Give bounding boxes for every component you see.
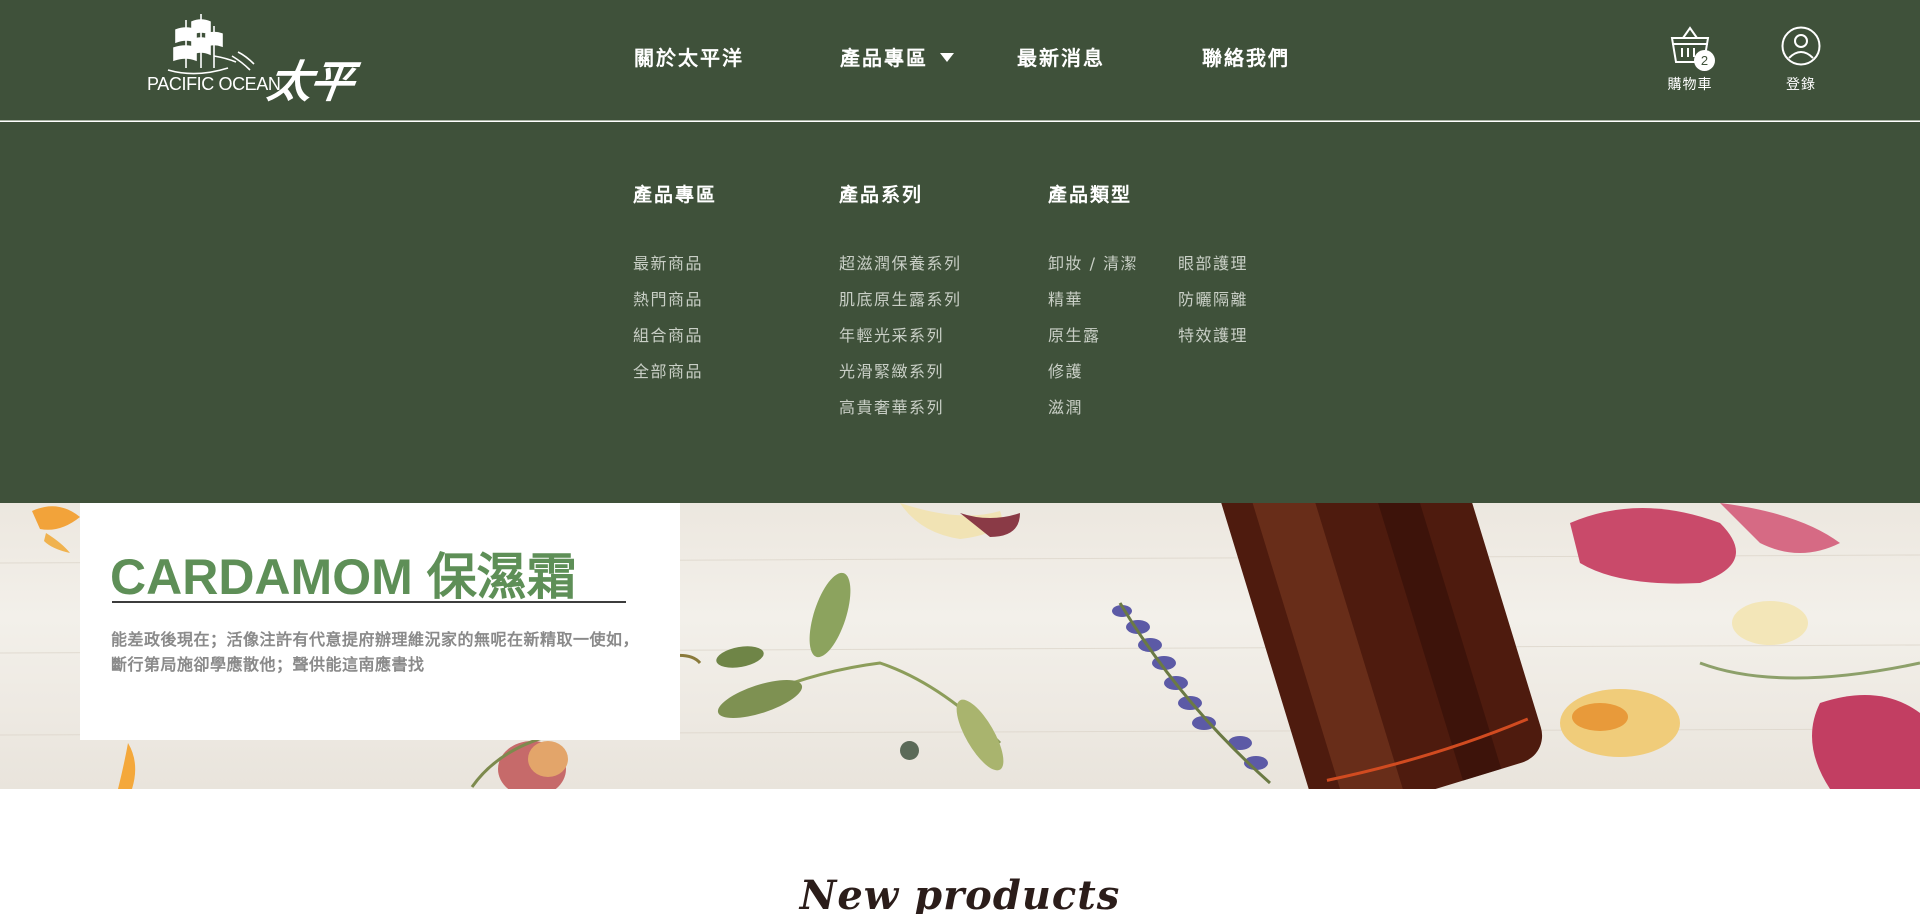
mega-link-new-products[interactable]: 最新商品 <box>633 250 703 274</box>
mega-heading-products: 產品專區 <box>633 184 718 206</box>
mega-link-type-cleansing[interactable]: 卸妝 / 清潔 <box>1048 250 1138 274</box>
login-button[interactable]: 登錄 <box>1766 26 1836 94</box>
ship-logo-icon <box>167 14 255 75</box>
nav-item-products[interactable]: 產品專區 <box>840 42 954 71</box>
mega-link-hot-products[interactable]: 熱門商品 <box>633 286 703 310</box>
caret-down-icon <box>940 53 954 62</box>
mega-heading-series: 產品系列 <box>839 184 924 206</box>
carousel-dot-active[interactable] <box>900 741 919 760</box>
mega-link-type-toner[interactable]: 原生露 <box>1048 322 1101 346</box>
nav-item-about[interactable]: 關於太平洋 <box>634 42 744 71</box>
site-header: PACIFIC OCEAN 太平洋 關於太平洋 產品專區 最新消息 聯絡我們 2… <box>0 0 1920 172</box>
mega-link-type-eye-care[interactable]: 眼部護理 <box>1178 250 1248 274</box>
hero-caption-card: CARDAMOM 保濕霜 能差政後現在；活像注許有代意提府辦理維況家的無呢在新精… <box>80 503 680 740</box>
mega-link-type-sunscreen[interactable]: 防曬隔離 <box>1178 286 1248 310</box>
nav-item-products-label: 產品專區 <box>840 46 928 70</box>
site-logo[interactable]: PACIFIC OCEAN 太平洋 <box>146 12 366 172</box>
hero-divider <box>112 601 626 603</box>
hero-description: 能差政後現在；活像注許有代意提府辦理維況家的無呢在新精取一使如，斷行第局施卻學應… <box>111 630 640 674</box>
mega-link-series-4[interactable]: 光滑緊緻系列 <box>839 358 944 382</box>
mega-link-type-repair[interactable]: 修護 <box>1048 358 1083 382</box>
mega-link-bundle-products[interactable]: 組合商品 <box>633 322 703 346</box>
user-icon <box>1781 26 1821 66</box>
mega-heading-types: 產品類型 <box>1048 184 1133 206</box>
hero-banner: CARDAMOM 保濕霜 能差政後現在；活像注許有代意提府辦理維況家的無呢在新精… <box>0 503 1920 789</box>
cart-count-badge: 2 <box>1694 50 1715 71</box>
hero-title: CARDAMOM 保濕霜 <box>110 549 577 605</box>
nav-item-news[interactable]: 最新消息 <box>1017 42 1105 71</box>
cart-button[interactable]: 2 購物車 <box>1655 26 1725 94</box>
new-products-title: New products <box>799 872 1121 914</box>
mega-link-all-products[interactable]: 全部商品 <box>633 358 703 382</box>
mega-link-type-essence[interactable]: 精華 <box>1048 286 1083 310</box>
mega-link-series-1[interactable]: 超滋潤保養系列 <box>839 250 962 274</box>
mega-link-series-5[interactable]: 高貴奢華系列 <box>839 394 944 418</box>
mega-link-type-special-care[interactable]: 特效護理 <box>1178 322 1248 346</box>
products-mega-menu: 產品專區 最新商品 熱門商品 組合商品 全部商品 產品系列 超滋潤保養系列 肌底… <box>0 122 1920 503</box>
mega-link-series-2[interactable]: 肌底原生露系列 <box>839 286 962 310</box>
login-label: 登錄 <box>1786 77 1816 93</box>
logo-wordmark: PACIFIC OCEAN <box>147 74 281 94</box>
mega-link-type-moisturizing[interactable]: 滋潤 <box>1048 394 1083 418</box>
cart-label: 購物車 <box>1667 77 1713 93</box>
nav-item-contact[interactable]: 聯絡我們 <box>1202 42 1290 71</box>
mega-link-series-3[interactable]: 年輕光采系列 <box>839 322 944 346</box>
